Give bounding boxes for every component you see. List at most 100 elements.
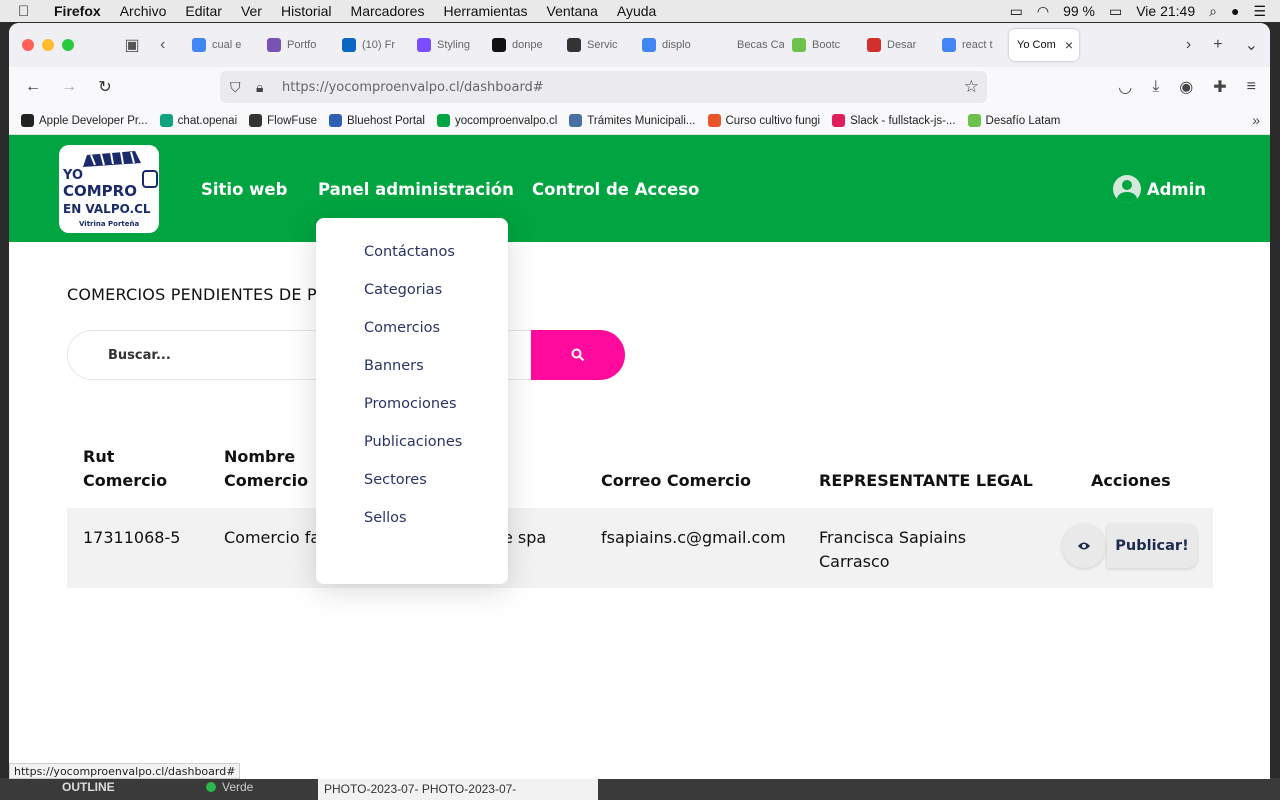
siri-icon[interactable]: ●: [1231, 3, 1239, 19]
bookmark-favicon-icon: [249, 114, 263, 127]
dropdown-item[interactable]: Publicaciones: [316, 433, 508, 471]
bookmark-item[interactable]: Desafío Latam: [967, 114, 1060, 127]
menu-herramientas[interactable]: Herramientas: [443, 3, 527, 19]
menu-ventana[interactable]: Ventana: [547, 3, 598, 19]
dropdown-item[interactable]: Promociones: [316, 395, 508, 433]
account-icon[interactable]: ◉: [1179, 77, 1193, 97]
menu-historial[interactable]: Historial: [281, 3, 332, 19]
bookmark-item[interactable]: FlowFuse: [249, 114, 317, 127]
new-tab-icon[interactable]: +: [1213, 36, 1222, 54]
control-center-icon[interactable]: ☰: [1253, 3, 1266, 20]
more-bookmarks-icon[interactable]: »: [1252, 112, 1260, 128]
bookmark-label: yocomproenvalpo.cl: [455, 114, 558, 127]
minimize-window-button[interactable]: [42, 39, 54, 51]
dropdown-item[interactable]: Sectores: [316, 471, 508, 509]
bookmark-item[interactable]: Apple Developer Pr...: [21, 114, 148, 127]
browser-tab[interactable]: Servic: [559, 29, 634, 61]
spotlight-icon[interactable]: ⌕: [1209, 3, 1217, 20]
tracking-protection-icon[interactable]: ⛉: [230, 79, 246, 96]
bookmark-item[interactable]: Trámites Municipali...: [569, 114, 696, 127]
wifi-icon[interactable]: ◠: [1037, 3, 1049, 20]
browser-tab[interactable]: Desar: [859, 29, 934, 61]
airplay-icon[interactable]: ▭: [1010, 3, 1023, 20]
zoom-window-button[interactable]: [62, 39, 74, 51]
extensions-icon[interactable]: ✚: [1213, 77, 1226, 97]
cell-nombre: Comercio fa: [224, 528, 321, 547]
dropdown-item[interactable]: Banners: [316, 357, 508, 395]
bookmark-favicon-icon: [159, 114, 173, 127]
cell-razon: e spa: [503, 528, 547, 547]
bookmark-item[interactable]: Bluehost Portal: [329, 114, 425, 127]
bookmark-star-icon[interactable]: ☆: [964, 77, 979, 97]
search-button[interactable]: [531, 330, 625, 380]
view-button[interactable]: [1062, 524, 1106, 568]
dropdown-item[interactable]: Sellos: [316, 509, 508, 547]
browser-tab[interactable]: react t: [934, 29, 1009, 61]
google-icon: [942, 38, 956, 52]
app-menu[interactable]: Firefox: [54, 3, 101, 19]
url-text[interactable]: https://yocomproenvalpo.cl/dashboard#: [282, 80, 544, 95]
back-icon[interactable]: ←: [23, 78, 43, 96]
dropdown-item[interactable]: Categorias: [316, 281, 508, 319]
menu-ver[interactable]: Ver: [241, 3, 262, 19]
tab-scroll-left-icon[interactable]: ‹: [160, 36, 174, 54]
admin-user-menu[interactable]: Admin: [1112, 175, 1206, 203]
bookmark-item[interactable]: chat.openai: [159, 114, 237, 127]
bookmark-favicon-icon: [437, 114, 450, 127]
close-window-button[interactable]: [22, 39, 34, 51]
bookmark-favicon-icon: [569, 114, 583, 127]
browser-tab[interactable]: (10) Fr: [334, 29, 409, 61]
tab-label: Styling: [437, 39, 471, 51]
url-bar[interactable]: ⛉ 🔒︎ https://yocomproenvalpo.cl/dashboar…: [220, 71, 987, 103]
svg-text:EN VALPO.CL: EN VALPO.CL: [63, 202, 151, 216]
apple-menu-icon[interactable]: : [18, 3, 40, 20]
list-tabs-icon[interactable]: ⌄: [1245, 35, 1258, 55]
browser-tab[interactable]: cual e: [184, 29, 259, 61]
nav-sitio-web[interactable]: Sitio web: [201, 180, 287, 199]
bookmark-label: Curso cultivo fungi: [725, 114, 821, 127]
browser-window: ▣ ‹ cual e Portfo (10) Fr Styling donpe Servi…: [9, 23, 1270, 779]
menu-marcadores[interactable]: Marcadores: [351, 3, 425, 19]
app-menu-icon[interactable]: ≡: [1247, 78, 1256, 96]
yocomproenvalpo-logo[interactable]: YO COMPRO EN VALPO.CL Vitrina Porteña: [57, 141, 165, 237]
clock[interactable]: Vie 21:49: [1136, 3, 1195, 19]
menu-editar[interactable]: Editar: [185, 3, 222, 19]
browser-tab[interactable]: Portfo: [259, 29, 334, 61]
bookmark-item[interactable]: Slack - fullstack-js-...: [832, 114, 956, 127]
downloads-icon[interactable]: ⤓: [1152, 78, 1159, 96]
col-header-nombre: Nombre Comercio: [224, 447, 309, 490]
dropdown-item[interactable]: Contáctanos: [316, 243, 508, 281]
bookmark-label: Trámites Municipali...: [587, 114, 696, 127]
bookmark-item[interactable]: yocomproenvalpo.cl: [437, 114, 557, 127]
dropdown-item[interactable]: Comercios: [316, 319, 508, 357]
close-tab-icon[interactable]: ×: [1065, 37, 1073, 53]
browser-tab[interactable]: Styling: [409, 29, 484, 61]
forward-icon[interactable]: →: [59, 78, 79, 96]
menu-ayuda[interactable]: Ayuda: [617, 3, 656, 19]
tab-label: donpe: [512, 39, 543, 51]
tab-scroll-right-icon[interactable]: ›: [1186, 36, 1191, 54]
page-title: COMERCIOS PENDIENTES DE P: [67, 285, 317, 304]
lock-icon[interactable]: 🔒︎: [256, 79, 270, 96]
browser-tab[interactable]: Becas Cap: [709, 29, 784, 61]
nav-control-acceso[interactable]: Control de Acceso: [532, 180, 699, 199]
browser-tab[interactable]: donpe: [484, 29, 559, 61]
browser-tab[interactable]: displo: [634, 29, 709, 61]
tab-groups-icon[interactable]: ▣: [122, 35, 142, 55]
nav-panel-administracion[interactable]: Panel administración: [318, 180, 514, 199]
bookmark-favicon-icon: [21, 114, 34, 127]
reload-icon[interactable]: ↻: [95, 77, 115, 97]
nav-bar: ← → ↻ ⛉ 🔒︎ https://yocomproenvalpo.cl/da…: [9, 67, 1270, 107]
col-header-acciones: Acciones: [1091, 471, 1171, 490]
tab-label: react t: [962, 39, 993, 51]
menu-archivo[interactable]: Archivo: [120, 3, 167, 19]
site-page: YO COMPRO EN VALPO.CL Vitrina Porteña Si…: [9, 135, 1270, 779]
bookmark-item[interactable]: Curso cultivo fungi: [707, 114, 821, 127]
outline-label: OUTLINE: [62, 780, 115, 794]
pocket-icon[interactable]: ◡: [1118, 77, 1132, 97]
battery-icon[interactable]: ▭: [1109, 3, 1122, 20]
active-tab[interactable]: Yo Com ×: [1009, 29, 1079, 61]
publicar-button[interactable]: Publicar!: [1107, 524, 1197, 568]
battery-text: 99 %: [1063, 3, 1095, 19]
browser-tab[interactable]: Bootc: [784, 29, 859, 61]
